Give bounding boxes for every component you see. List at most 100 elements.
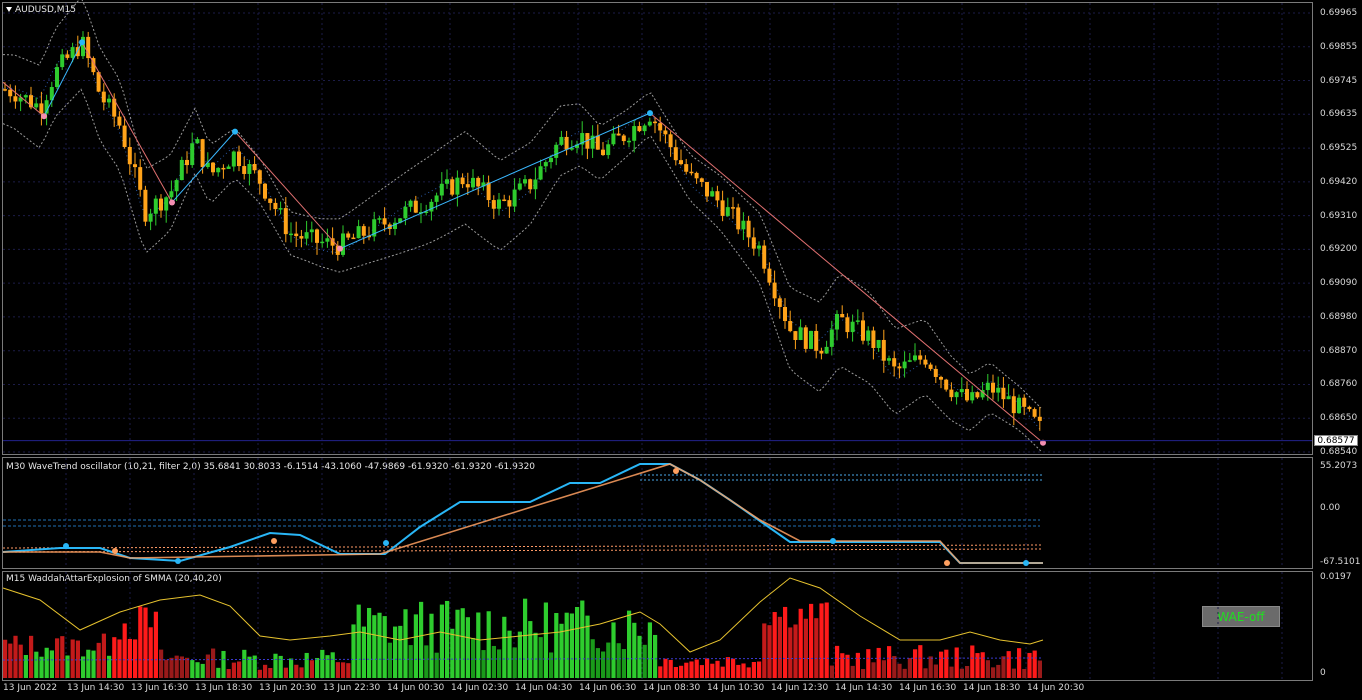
wae-histogram-bar [491, 645, 496, 678]
wae-histogram-bar [49, 650, 54, 678]
mt4-chart-window: AUDUSD,M15 0.69965 0.69855 0.69745 0.69635 0… [0, 0, 1362, 700]
wae-histogram-bar [403, 609, 408, 678]
wae-histogram-bar [195, 662, 200, 678]
wae-histogram-bar [325, 655, 330, 678]
wae-histogram-bar [330, 652, 335, 678]
wae-histogram-bar [970, 645, 975, 678]
wae-histogram-bar [1006, 651, 1011, 678]
wae-histogram-bar [944, 649, 949, 678]
wae-histogram-bar [107, 655, 112, 678]
wae-histogram-bar [731, 658, 736, 678]
wavetrend-line [2, 463, 1043, 564]
wae-histogram-bar [424, 645, 429, 678]
wae-histogram-bar [60, 636, 65, 678]
wae-histogram-bar [684, 662, 689, 678]
wae-histogram-bar [892, 656, 897, 678]
wae-histogram-bar [543, 602, 548, 678]
wae-histogram-bar [954, 647, 959, 678]
wae-histogram-bar [8, 643, 13, 678]
wae-histogram-bar [580, 600, 585, 678]
wae-histogram-bar [871, 662, 876, 678]
wae-histogram-bar [502, 616, 507, 678]
wae-histogram-bar [299, 667, 304, 678]
wae-histogram-bar [101, 633, 106, 678]
wae-histogram-bar [346, 663, 351, 678]
wae-histogram-bar [471, 637, 476, 678]
wae-histogram-bar [980, 652, 985, 678]
wae-histogram-bar [679, 665, 684, 678]
wae-histogram-bar [736, 664, 741, 678]
wae-histogram-bar [75, 640, 80, 678]
wae-histogram-bar [881, 660, 886, 678]
wae-histogram-bar [647, 622, 652, 678]
wae-histogram-bar [1037, 660, 1042, 678]
wae-histogram-bar [533, 632, 538, 678]
wae-histogram-bar [507, 630, 512, 678]
wae-histogram-bar [601, 651, 606, 678]
wae-histogram-bar [143, 607, 148, 678]
wae-histogram-bar [913, 649, 918, 678]
wae-histogram-bar [205, 654, 210, 678]
wae-histogram-bar [746, 667, 751, 678]
wae-histogram-bar [29, 635, 34, 678]
wae-histogram-bar [720, 666, 725, 678]
wae-histogram-bar [528, 621, 533, 678]
wae-histogram-bar [211, 648, 216, 678]
wae-histogram-bar [190, 660, 195, 678]
wae-histogram-bar [242, 649, 247, 678]
wae-histogram-bar [455, 609, 460, 678]
wae-histogram-bar [96, 642, 101, 678]
wae-histogram-bar [268, 667, 273, 678]
wae-histogram-bar [923, 668, 928, 678]
wae-histogram-bar [289, 658, 294, 678]
wae-histogram-bar [237, 661, 242, 678]
wae-histogram-bar [777, 616, 782, 678]
wae-histogram-bar [767, 625, 772, 678]
wae-histogram-bar [991, 667, 996, 678]
wae-histogram-bar [585, 615, 590, 678]
wae-histogram-bar [200, 663, 205, 678]
wae-histogram-bar [788, 627, 793, 678]
wae-histogram-bar [835, 645, 840, 678]
wae-histogram-bar [616, 643, 621, 678]
wae-histogram-bar [549, 652, 554, 678]
wae-histogram-bar [1011, 668, 1016, 678]
wae-histogram-bar [70, 639, 75, 678]
wae-histogram-bar [751, 661, 756, 678]
wae-histogram-bar [481, 650, 486, 678]
wae-histogram-bar [361, 626, 366, 678]
wae-histogram-bar [1027, 652, 1032, 678]
wae-histogram-bar [928, 656, 933, 678]
wt-level-line [2, 548, 1044, 553]
wae-histogram-bar [564, 612, 569, 678]
wae-histogram-bar [985, 660, 990, 678]
wae-histogram-bar [907, 657, 912, 678]
wae-histogram-bar [393, 626, 398, 678]
wae-histogram-bar [569, 613, 574, 678]
wae-histogram-bar [86, 649, 91, 678]
wae-histogram-bar [814, 618, 819, 678]
wae-histogram-bar [367, 607, 372, 678]
wae-histogram-bar [335, 662, 340, 678]
wae-histogram-bar [439, 604, 444, 678]
wae-histogram-bar [148, 627, 153, 678]
wae-histogram-bar [819, 603, 824, 678]
wae-histogram-bar [174, 655, 179, 678]
wae-histogram-bar [658, 666, 663, 678]
wae-histogram-bar [315, 657, 320, 678]
wt-level-line [2, 544, 1044, 549]
wae-histogram-bar [517, 631, 522, 678]
wae-histogram-bar [476, 612, 481, 678]
wae-histogram-bar [975, 653, 980, 678]
wae-histogram-bar [382, 616, 387, 678]
wavetrend-signal-line [3, 463, 1043, 564]
wae-histogram-bar [460, 608, 465, 678]
wae-histogram-bar [320, 649, 325, 678]
wae-histogram-bar [611, 622, 616, 678]
wae-histogram-bar [512, 647, 517, 678]
wae-histogram-bar [23, 654, 28, 678]
wae-histogram-bar [413, 614, 418, 678]
indicator-canvas [2, 458, 1283, 680]
wae-histogram-bar [1001, 656, 1006, 678]
wae-histogram-bar [793, 624, 798, 678]
